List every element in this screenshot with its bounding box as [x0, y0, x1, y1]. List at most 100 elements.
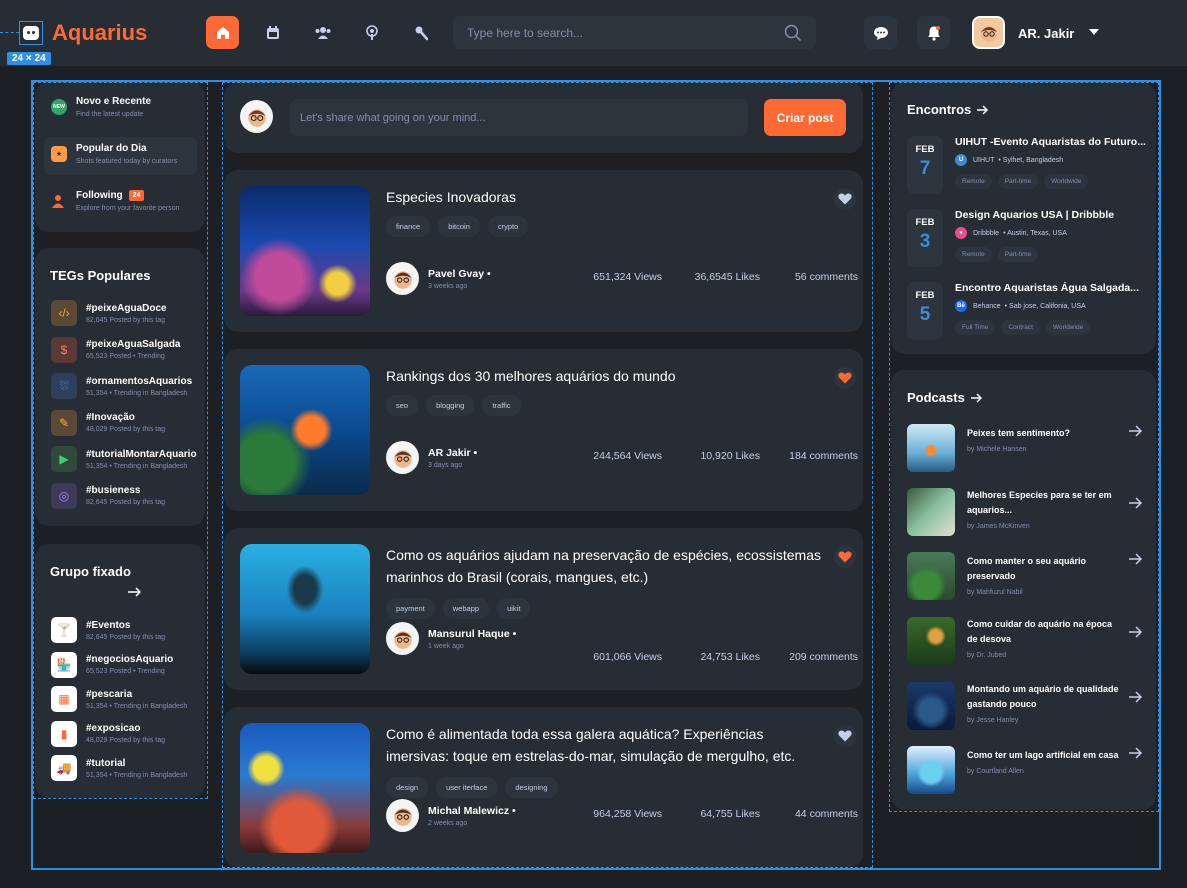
- post-card[interactable]: Rankings dos 30 melhores aquários do mun…: [224, 349, 863, 511]
- like-button[interactable]: [834, 367, 856, 389]
- podcast-item[interactable]: Montando um aquário de qualidade gastand…: [907, 682, 1143, 730]
- post-image[interactable]: [240, 186, 370, 316]
- post-title[interactable]: Especies Inovadoras: [386, 186, 826, 208]
- chevron-down-icon[interactable]: [1089, 29, 1099, 35]
- arrow-right-icon[interactable]: [1129, 690, 1143, 706]
- arrow-right-icon[interactable]: [1129, 424, 1143, 440]
- sidebar-item-popular[interactable]: ★ Popular do Dia Shots featured today by …: [44, 137, 197, 175]
- post-image[interactable]: [240, 723, 370, 853]
- like-button[interactable]: [834, 188, 856, 210]
- post-author[interactable]: Mansurul Haque • 1 week ago: [386, 622, 516, 655]
- podcast-item[interactable]: Como ter um lago artificial em casa by Co…: [907, 746, 1143, 794]
- post-author[interactable]: AR Jakir • 3 days ago: [386, 441, 477, 474]
- podcast-item[interactable]: Como cuidar do aquário na época de desov…: [907, 617, 1143, 665]
- search-input[interactable]: [467, 25, 784, 40]
- comments-count[interactable]: 184 comments: [789, 450, 858, 462]
- group-item[interactable]: ▦ #pescaria 51,354 • Trending in Banglades…: [51, 686, 187, 712]
- tag-chip[interactable]: seo: [386, 395, 419, 416]
- arrow-right-icon[interactable]: [128, 587, 142, 597]
- nav-groups[interactable]: [306, 16, 339, 49]
- arrow-right-icon[interactable]: [1129, 746, 1143, 762]
- post-card[interactable]: Especies Inovadoras finance bitcoin crypto P…: [224, 170, 863, 332]
- comments-count[interactable]: 56 comments: [795, 271, 858, 283]
- brand-name[interactable]: Aquarius: [52, 20, 147, 46]
- heart-icon: [838, 193, 852, 205]
- composer-input[interactable]: [290, 99, 748, 136]
- tag-chip[interactable]: bitcoin: [438, 216, 480, 237]
- nav-calendar[interactable]: [256, 16, 289, 49]
- podcast-author: by Mahfuzul Nabil: [967, 589, 1023, 596]
- tag-chip[interactable]: blogging: [426, 395, 475, 416]
- nav-podcast[interactable]: [355, 16, 388, 49]
- like-button[interactable]: [834, 546, 856, 568]
- tag-item[interactable]: ✎ #Inovação 48,029 Posted by this tag: [51, 409, 165, 436]
- tag-chip[interactable]: designing: [505, 777, 558, 798]
- comments-count[interactable]: 209 comments: [789, 651, 858, 663]
- tag-item[interactable]: ‹/› #peixeAguaDoce 82,645 Posted by this t…: [51, 300, 167, 326]
- user-avatar[interactable]: [972, 16, 1005, 49]
- sidebar-item-label: Following: [76, 190, 123, 201]
- event-item[interactable]: FEB 3 Design Aquarios USA | Dribbble ● Dribb…: [907, 209, 1114, 267]
- event-month: FEB: [915, 217, 935, 228]
- podcast-item[interactable]: Como manter o seu aquário preservado by M…: [907, 552, 1143, 600]
- podcast-item[interactable]: Peixes tem sentimento? by Michele Hansen: [907, 424, 1143, 472]
- post-card[interactable]: Como os aquários ajudam na preservação d…: [224, 528, 863, 690]
- tag-chip[interactable]: user iterface: [436, 777, 498, 798]
- tag-chip[interactable]: crypto: [487, 216, 529, 237]
- event-item[interactable]: FEB 5 Encontro Aquaristas Água Salgada... B…: [907, 282, 1139, 340]
- group-item[interactable]: ▮ #exposicao 48,029 Posted by this tag: [51, 720, 165, 747]
- podcasts-title: Podcasts: [907, 390, 965, 405]
- event-item[interactable]: FEB 7 UIHUT -Evento Aquaristas do Futuro..…: [907, 136, 1146, 194]
- search-icon[interactable]: [784, 24, 802, 42]
- messages-button[interactable]: [864, 16, 897, 49]
- search-bar[interactable]: [453, 16, 816, 49]
- post-card[interactable]: Como é alimentada toda essa galera aquát…: [224, 707, 863, 867]
- tag-item[interactable]: $ #peixeAguaSalgada 65,523 Posted • Trendi…: [51, 336, 180, 363]
- group-item[interactable]: 🍸 #Eventos 82,645 Posted by this tag: [51, 617, 165, 643]
- tag-chip[interactable]: payment: [386, 598, 435, 619]
- post-title[interactable]: Como os aquários ajudam na preservação d…: [386, 544, 826, 588]
- arrow-right-icon[interactable]: [1129, 625, 1143, 641]
- podcast-image: [907, 552, 955, 600]
- user-name[interactable]: AR. Jakir: [1018, 26, 1074, 41]
- tag-chip[interactable]: webapp: [442, 598, 490, 619]
- notifications-button[interactable]: [917, 16, 950, 49]
- tag-chip[interactable]: traffic: [482, 395, 521, 416]
- post-image[interactable]: [240, 365, 370, 495]
- tag-chip[interactable]: uikit: [497, 598, 531, 619]
- post-title[interactable]: Rankings dos 30 melhores aquários do mun…: [386, 365, 826, 387]
- calendar-icon: [266, 25, 279, 39]
- comments-count[interactable]: 44 comments: [795, 808, 858, 820]
- podcasts-header[interactable]: Podcasts: [907, 390, 983, 405]
- nav-home[interactable]: [206, 16, 239, 49]
- post-author[interactable]: Pavel Gvay • 3 weeks ago: [386, 262, 491, 295]
- post-author[interactable]: Michal Malewicz • 2 weeks ago: [386, 799, 516, 832]
- heart-icon: [838, 372, 852, 384]
- logo-icon[interactable]: [19, 21, 43, 45]
- event-chip: Part-time: [997, 174, 1039, 189]
- tag-chip[interactable]: finance: [386, 216, 431, 237]
- group-item[interactable]: 🚚 #tutorial 51,354 • Trending in Banglades…: [51, 755, 187, 781]
- tag-chip[interactable]: design: [386, 777, 429, 798]
- tag-item[interactable]: ◎ #busieness 82,645 Posted by this tag: [51, 482, 165, 509]
- sidebar-item-new[interactable]: NEW Novo e Recente Find the latest update: [44, 90, 197, 128]
- tag-item[interactable]: ⛆ #ornamentosAquarios 51,354 • Trending in…: [51, 373, 192, 399]
- arrow-right-icon[interactable]: [1129, 552, 1143, 568]
- tag-sub: 65,523 Posted • Trending: [86, 353, 165, 360]
- views-count: 601,066 Views: [593, 651, 662, 663]
- events-header[interactable]: Encontros: [907, 102, 989, 117]
- sidebar-item-following[interactable]: Following 24 Explore from your favorite pe…: [44, 184, 197, 222]
- tag-item[interactable]: ▶ #tutorialMontarAquario 51,354 • Trending…: [51, 446, 197, 472]
- arrow-right-icon[interactable]: [1129, 496, 1143, 512]
- arrow-right-icon: [970, 392, 982, 403]
- post-image[interactable]: [240, 544, 370, 674]
- like-button[interactable]: [834, 725, 856, 747]
- post-title[interactable]: Como é alimentada toda essa galera aquát…: [386, 723, 826, 767]
- arrow-right-icon: [977, 104, 989, 115]
- group-item[interactable]: 🏪 #negociosAquario 65,523 Posted • Trendin…: [51, 651, 173, 678]
- podcast-item[interactable]: Melhores Especies para se ter em aquario…: [907, 488, 1143, 536]
- nav-microphone[interactable]: [405, 16, 438, 49]
- events-card: Encontros FEB 7 UIHUT -Evento Aquaristas d…: [891, 82, 1156, 354]
- create-post-button[interactable]: Criar post: [764, 99, 846, 136]
- podcast-author: by Jesse Hanley: [967, 717, 1019, 724]
